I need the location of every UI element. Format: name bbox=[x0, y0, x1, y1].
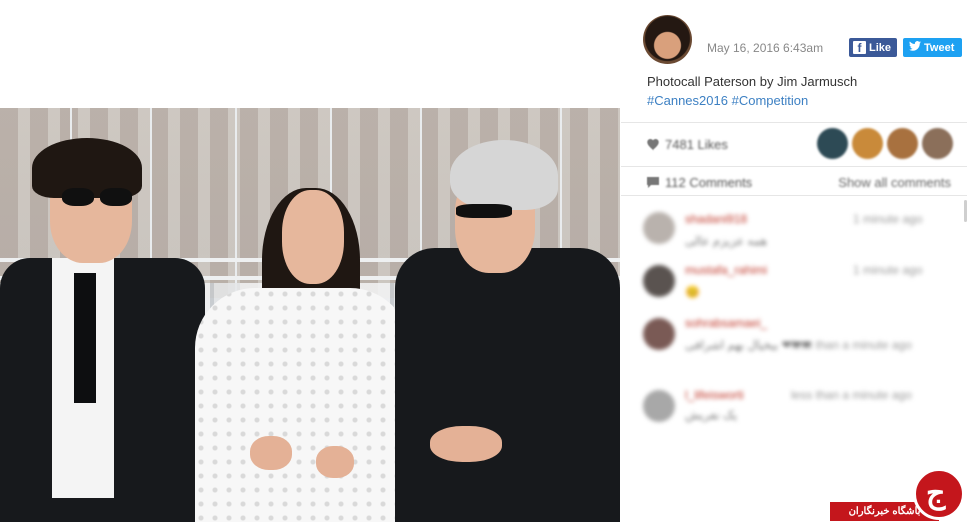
watermark-glyph: ج bbox=[926, 477, 946, 510]
comment-item: mustafa_rahimi 1 minute ago 😊 bbox=[621, 257, 967, 317]
liker-avatar[interactable] bbox=[922, 128, 953, 159]
facebook-like-label: Like bbox=[869, 41, 892, 54]
person-center-face bbox=[282, 190, 344, 284]
heart-icon bbox=[647, 139, 659, 151]
post-photo[interactable] bbox=[0, 108, 620, 522]
show-all-comments-link[interactable]: Show all comments bbox=[838, 175, 951, 190]
comment-item: shadani918 1 minute ago همه عزیزم عالی bbox=[621, 204, 967, 264]
person-left-glasses bbox=[100, 188, 132, 206]
facebook-icon: f bbox=[853, 41, 866, 55]
post-caption: Photocall Paterson by Jim Jarmusch bbox=[647, 74, 858, 89]
divider bbox=[621, 122, 967, 123]
commenter-username[interactable]: shadani918 bbox=[685, 212, 747, 226]
person-left-glasses bbox=[62, 188, 94, 206]
comment-icon bbox=[647, 177, 659, 188]
comment-item: sohrabsamaei_ less than a minute ago بیخ… bbox=[621, 310, 967, 370]
person-left-tie bbox=[74, 273, 96, 403]
person-center-hand bbox=[316, 446, 354, 478]
commenter-avatar[interactable] bbox=[643, 390, 675, 422]
comment-list: shadani918 1 minute ago همه عزیزم عالی m… bbox=[621, 196, 967, 436]
facebook-like-button[interactable]: f Like bbox=[849, 38, 897, 57]
comment-text: یک نفریش bbox=[685, 408, 738, 422]
divider bbox=[621, 166, 967, 167]
commenter-avatar[interactable] bbox=[643, 318, 675, 350]
comment-text: همه عزیزم عالی bbox=[685, 234, 768, 248]
person-right-suit bbox=[395, 248, 620, 522]
watermark-logo: ج bbox=[913, 468, 965, 520]
person-center-hand bbox=[250, 436, 292, 470]
hashtag-link[interactable]: #Competition bbox=[732, 93, 809, 108]
tweet-label: Tweet bbox=[924, 41, 955, 54]
comment-time: less than a minute ago bbox=[791, 388, 912, 402]
comment-text: بیخیال بهم اشرافی ❤❤❤ bbox=[685, 338, 812, 352]
person-right-hand bbox=[430, 426, 502, 462]
tweet-button[interactable]: Tweet bbox=[903, 38, 962, 57]
comment-text: 😊 bbox=[685, 285, 700, 299]
commenter-avatar[interactable] bbox=[643, 265, 675, 297]
person-right-glasses bbox=[456, 204, 512, 218]
commenter-avatar[interactable] bbox=[643, 212, 675, 244]
comments-row: 112 Comments Show all comments bbox=[621, 170, 967, 194]
liker-avatar[interactable] bbox=[887, 128, 918, 159]
author-avatar[interactable] bbox=[643, 15, 692, 64]
liker-avatar[interactable] bbox=[817, 128, 848, 159]
person-center-dress bbox=[195, 288, 410, 522]
liker-avatar[interactable] bbox=[852, 128, 883, 159]
commenter-username[interactable]: l_lifeisworti bbox=[685, 388, 744, 402]
post-timestamp: May 16, 2016 6:43am bbox=[707, 41, 824, 55]
post-hashtags: #Cannes2016 #Competition bbox=[647, 91, 808, 110]
person-right-hair bbox=[450, 140, 558, 210]
hashtag-link[interactable]: #Cannes2016 bbox=[647, 93, 728, 108]
commenter-username[interactable]: mustafa_rahimi bbox=[685, 263, 767, 277]
twitter-icon bbox=[909, 41, 921, 54]
likes-count: 7481 Likes bbox=[665, 137, 728, 152]
commenter-username[interactable]: sohrabsamaei_ bbox=[685, 316, 767, 330]
comment-time: 1 minute ago bbox=[853, 263, 923, 277]
comment-time: 1 minute ago bbox=[853, 212, 923, 226]
likes-row: 7481 Likes bbox=[621, 128, 967, 166]
comments-count: 112 Comments bbox=[665, 175, 753, 190]
comment-item: l_lifeisworti less than a minute ago یک … bbox=[621, 386, 967, 446]
